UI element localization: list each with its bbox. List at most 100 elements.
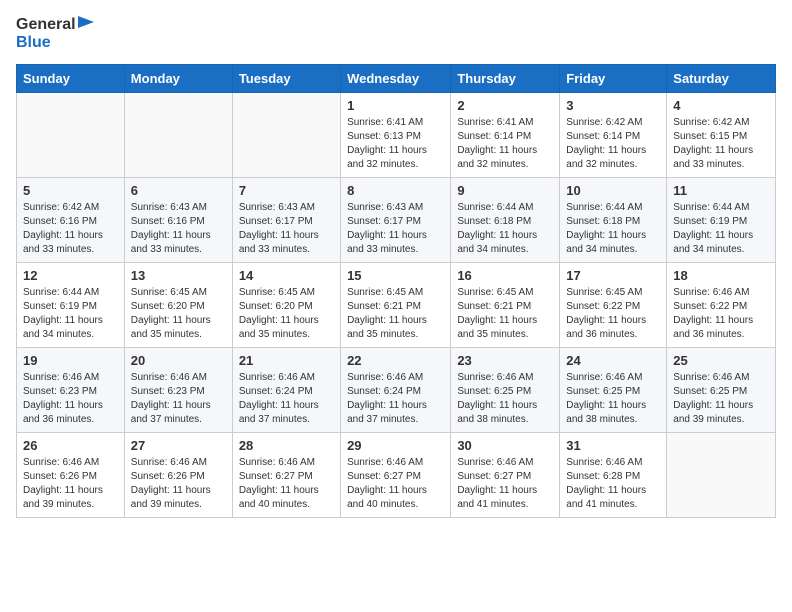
calendar-cell: 7 Sunrise: 6:43 AM Sunset: 6:17 PM Daylig…: [232, 178, 340, 263]
day-number: 18: [673, 268, 769, 283]
calendar-cell: 22 Sunrise: 6:46 AM Sunset: 6:24 PM Dayli…: [341, 348, 451, 433]
calendar-cell: 25 Sunrise: 6:46 AM Sunset: 6:25 PM Dayli…: [667, 348, 776, 433]
calendar-cell: 11 Sunrise: 6:44 AM Sunset: 6:19 PM Dayli…: [667, 178, 776, 263]
day-number: 31: [566, 438, 660, 453]
logo-flag-icon: [78, 16, 94, 34]
day-number: 27: [131, 438, 226, 453]
day-info: Sunrise: 6:46 AM Sunset: 6:27 PM Dayligh…: [457, 456, 553, 512]
calendar-week-row: 12Sunrise: 6:44 AM Sunset: 6:19 PM Dayli…: [17, 263, 776, 348]
day-number: 26: [23, 438, 118, 453]
calendar-header-sunday: Sunday: [17, 65, 125, 93]
day-info: Sunrise: 6:45 AM Sunset: 6:20 PM Dayligh…: [239, 286, 334, 342]
day-number: 10: [566, 183, 660, 198]
day-number: 28: [239, 438, 334, 453]
calendar-cell: 26 Sunrise: 6:46 AM Sunset: 6:26 PM Dayli…: [17, 433, 125, 518]
calendar-cell: 27 Sunrise: 6:46 AM Sunset: 6:26 PM Dayli…: [124, 433, 232, 518]
day-number: 4: [673, 98, 769, 113]
calendar-cell: 15 Sunrise: 6:45 AM Sunset: 6:21 PM Dayli…: [341, 263, 451, 348]
day-number: 1: [347, 98, 444, 113]
calendar-week-row: 5 Sunrise: 6:42 AM Sunset: 6:16 PM Daylig…: [17, 178, 776, 263]
day-info: Sunrise: 6:46 AM Sunset: 6:27 PM Dayligh…: [347, 456, 444, 512]
day-number: 15: [347, 268, 444, 283]
day-info: Sunrise: 6:41 AM Sunset: 6:14 PM Dayligh…: [457, 116, 553, 172]
day-info: Sunrise: 6:44 AM Sunset: 6:18 PM Dayligh…: [566, 201, 660, 257]
logo-general: General: [16, 16, 76, 33]
calendar-cell: 6Sunrise: 6:43 AM Sunset: 6:16 PM Daylig…: [124, 178, 232, 263]
day-info: Sunrise: 6:46 AM Sunset: 6:25 PM Dayligh…: [673, 371, 769, 427]
day-info: Sunrise: 6:46 AM Sunset: 6:24 PM Dayligh…: [347, 371, 444, 427]
day-info: Sunrise: 6:46 AM Sunset: 6:23 PM Dayligh…: [131, 371, 226, 427]
calendar-header-monday: Monday: [124, 65, 232, 93]
calendar-cell: 19 Sunrise: 6:46 AM Sunset: 6:23 PM Dayli…: [17, 348, 125, 433]
day-info: Sunrise: 6:46 AM Sunset: 6:22 PM Dayligh…: [673, 286, 769, 342]
calendar-cell: 30 Sunrise: 6:46 AM Sunset: 6:27 PM Dayli…: [451, 433, 560, 518]
calendar-header-saturday: Saturday: [667, 65, 776, 93]
calendar-cell: 21 Sunrise: 6:46 AM Sunset: 6:24 PM Dayli…: [232, 348, 340, 433]
day-number: 2: [457, 98, 553, 113]
day-info: Sunrise: 6:46 AM Sunset: 6:26 PM Dayligh…: [131, 456, 226, 512]
calendar-header-row: SundayMondayTuesdayWednesdayThursdayFrid…: [17, 65, 776, 93]
calendar-table: SundayMondayTuesdayWednesdayThursdayFrid…: [16, 64, 776, 518]
day-number: 21: [239, 353, 334, 368]
day-number: 6: [131, 183, 226, 198]
logo: GeneralBlue: [16, 16, 94, 52]
calendar-cell: 20Sunrise: 6:46 AM Sunset: 6:23 PM Dayli…: [124, 348, 232, 433]
day-number: 16: [457, 268, 553, 283]
calendar-cell: 9Sunrise: 6:44 AM Sunset: 6:18 PM Daylig…: [451, 178, 560, 263]
calendar-cell: 8 Sunrise: 6:43 AM Sunset: 6:17 PM Daylig…: [341, 178, 451, 263]
calendar-cell: 3 Sunrise: 6:42 AM Sunset: 6:14 PM Daylig…: [560, 93, 667, 178]
day-info: Sunrise: 6:42 AM Sunset: 6:14 PM Dayligh…: [566, 116, 660, 172]
day-info: Sunrise: 6:45 AM Sunset: 6:21 PM Dayligh…: [457, 286, 553, 342]
day-info: Sunrise: 6:46 AM Sunset: 6:25 PM Dayligh…: [566, 371, 660, 427]
calendar-week-row: 1 Sunrise: 6:41 AM Sunset: 6:13 PM Daylig…: [17, 93, 776, 178]
day-number: 3: [566, 98, 660, 113]
page-header: GeneralBlue: [16, 16, 776, 52]
day-info: Sunrise: 6:41 AM Sunset: 6:13 PM Dayligh…: [347, 116, 444, 172]
day-number: 11: [673, 183, 769, 198]
day-info: Sunrise: 6:45 AM Sunset: 6:20 PM Dayligh…: [131, 286, 226, 342]
calendar-cell: 14Sunrise: 6:45 AM Sunset: 6:20 PM Dayli…: [232, 263, 340, 348]
calendar-cell: 12Sunrise: 6:44 AM Sunset: 6:19 PM Dayli…: [17, 263, 125, 348]
day-number: 19: [23, 353, 118, 368]
day-info: Sunrise: 6:46 AM Sunset: 6:24 PM Dayligh…: [239, 371, 334, 427]
calendar-cell: 17 Sunrise: 6:45 AM Sunset: 6:22 PM Dayli…: [560, 263, 667, 348]
day-info: Sunrise: 6:46 AM Sunset: 6:23 PM Dayligh…: [23, 371, 118, 427]
day-info: Sunrise: 6:43 AM Sunset: 6:17 PM Dayligh…: [239, 201, 334, 257]
calendar-header-thursday: Thursday: [451, 65, 560, 93]
calendar-cell: 2 Sunrise: 6:41 AM Sunset: 6:14 PM Daylig…: [451, 93, 560, 178]
calendar-cell: 4 Sunrise: 6:42 AM Sunset: 6:15 PM Daylig…: [667, 93, 776, 178]
day-number: 25: [673, 353, 769, 368]
day-info: Sunrise: 6:45 AM Sunset: 6:21 PM Dayligh…: [347, 286, 444, 342]
calendar-cell: 10 Sunrise: 6:44 AM Sunset: 6:18 PM Dayli…: [560, 178, 667, 263]
day-number: 8: [347, 183, 444, 198]
calendar-cell: 29 Sunrise: 6:46 AM Sunset: 6:27 PM Dayli…: [341, 433, 451, 518]
calendar-cell: [124, 93, 232, 178]
calendar-cell: 13 Sunrise: 6:45 AM Sunset: 6:20 PM Dayli…: [124, 263, 232, 348]
calendar-cell: 16 Sunrise: 6:45 AM Sunset: 6:21 PM Dayli…: [451, 263, 560, 348]
calendar-cell: 1 Sunrise: 6:41 AM Sunset: 6:13 PM Daylig…: [341, 93, 451, 178]
calendar-header-wednesday: Wednesday: [341, 65, 451, 93]
day-info: Sunrise: 6:42 AM Sunset: 6:15 PM Dayligh…: [673, 116, 769, 172]
day-info: Sunrise: 6:46 AM Sunset: 6:27 PM Dayligh…: [239, 456, 334, 512]
day-number: 7: [239, 183, 334, 198]
calendar-cell: 5 Sunrise: 6:42 AM Sunset: 6:16 PM Daylig…: [17, 178, 125, 263]
day-info: Sunrise: 6:44 AM Sunset: 6:19 PM Dayligh…: [23, 286, 118, 342]
day-number: 13: [131, 268, 226, 283]
day-info: Sunrise: 6:42 AM Sunset: 6:16 PM Dayligh…: [23, 201, 118, 257]
day-info: Sunrise: 6:44 AM Sunset: 6:19 PM Dayligh…: [673, 201, 769, 257]
logo-text: GeneralBlue: [16, 16, 94, 52]
day-info: Sunrise: 6:43 AM Sunset: 6:17 PM Dayligh…: [347, 201, 444, 257]
calendar-cell: 24Sunrise: 6:46 AM Sunset: 6:25 PM Dayli…: [560, 348, 667, 433]
day-info: Sunrise: 6:45 AM Sunset: 6:22 PM Dayligh…: [566, 286, 660, 342]
calendar-cell: [232, 93, 340, 178]
day-info: Sunrise: 6:46 AM Sunset: 6:26 PM Dayligh…: [23, 456, 118, 512]
day-number: 5: [23, 183, 118, 198]
calendar-week-row: 26 Sunrise: 6:46 AM Sunset: 6:26 PM Dayli…: [17, 433, 776, 518]
day-number: 29: [347, 438, 444, 453]
day-number: 17: [566, 268, 660, 283]
day-number: 30: [457, 438, 553, 453]
day-info: Sunrise: 6:44 AM Sunset: 6:18 PM Dayligh…: [457, 201, 553, 257]
day-number: 23: [457, 353, 553, 368]
calendar-cell: 28 Sunrise: 6:46 AM Sunset: 6:27 PM Dayli…: [232, 433, 340, 518]
day-number: 22: [347, 353, 444, 368]
